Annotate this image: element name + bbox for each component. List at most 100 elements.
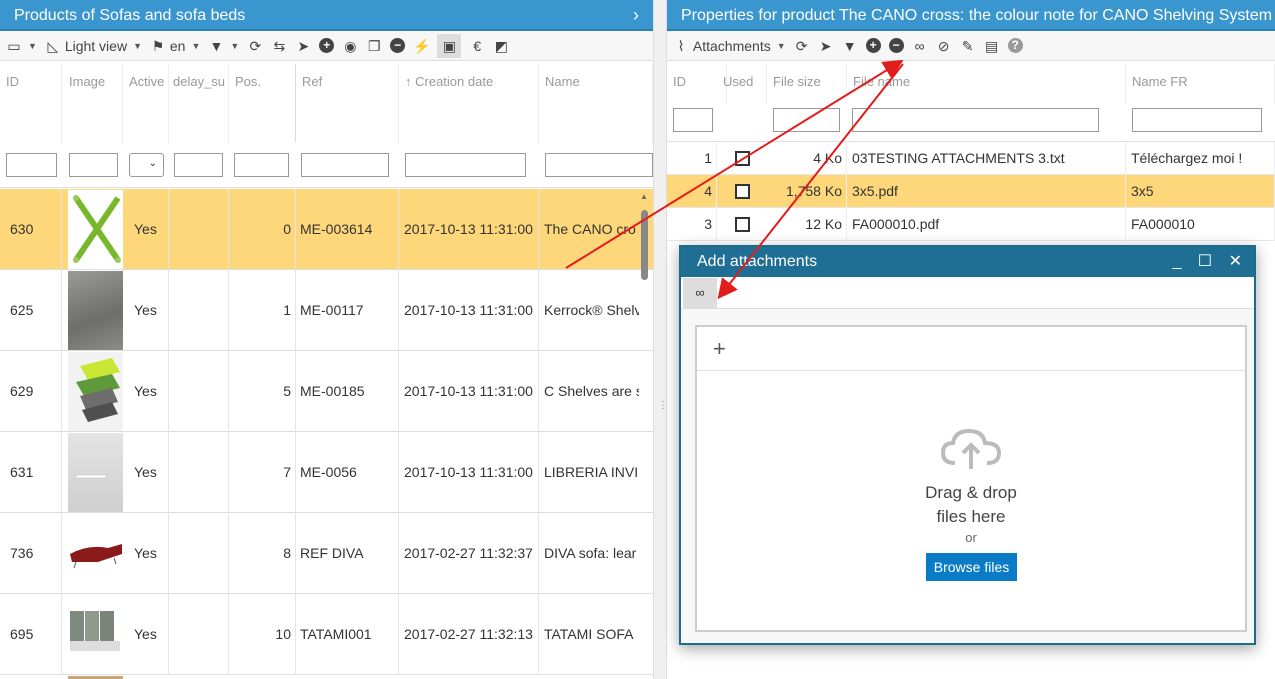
used-checkbox[interactable]	[735, 184, 750, 199]
attachments-menu-button[interactable]: ⌇ Attachments ▼	[673, 34, 786, 58]
table-row[interactable]: 4 1,758 Ko 3x5.pdf 3x5	[667, 175, 1275, 208]
cell-name: The CANO cro	[544, 221, 636, 237]
filter-image-input[interactable]	[69, 153, 118, 177]
refresh-button[interactable]: ⟳	[794, 34, 810, 58]
table-row[interactable]: 1 4 Ko 03TESTING ATTACHMENTS 3.txt Téléc…	[667, 142, 1275, 175]
panel-splitter[interactable]: ⋮	[653, 0, 668, 679]
filter-id-input[interactable]	[6, 153, 57, 177]
dialog-title-bar[interactable]: Add attachments _ ☐ ✕	[681, 247, 1254, 277]
reorder-button[interactable]: ⇆	[271, 34, 287, 58]
cell-active: Yes	[123, 432, 169, 513]
col-header-file-name[interactable]: File name	[847, 64, 1126, 104]
folder-add-button[interactable]: ▣	[437, 33, 462, 58]
globe-button[interactable]: ◉	[342, 34, 358, 58]
flash-button[interactable]: ⚡	[413, 34, 431, 58]
link-button[interactable]: ∞	[912, 34, 928, 58]
export-csv-button[interactable]: ▤	[984, 34, 1000, 58]
scrollbar-thumb[interactable]	[641, 210, 648, 280]
tag-icon: ◩	[494, 37, 508, 54]
layout-menu-button[interactable]: ▭ ▼	[6, 34, 37, 58]
col-header-image[interactable]: Image	[63, 64, 123, 144]
table-row[interactable]: 695 Yes 10 TATAMI001 2017-02-27 11:32:13…	[0, 594, 653, 675]
col-header-ref[interactable]: Ref	[296, 64, 399, 144]
col-header-file-size[interactable]: File size	[767, 64, 847, 104]
cell-active: Yes	[123, 594, 169, 675]
language-menu-button[interactable]: ⚑ en ▼	[150, 34, 201, 58]
table-row[interactable]: 736 Yes 8 REF DIVA 2017-02-27 11:32:37 D…	[0, 513, 653, 594]
filter-button[interactable]: ▼ ▼	[208, 34, 239, 58]
minimize-icon[interactable]: _	[1172, 253, 1181, 270]
table-row[interactable]: 625 Yes 1 ME-00117 2017-10-13 11:31:00 K…	[0, 270, 653, 351]
unlink-button[interactable]: ⊘	[936, 34, 952, 58]
col-header-name-fr[interactable]: Name FR	[1126, 64, 1275, 104]
col-header-active[interactable]: Active	[123, 64, 169, 144]
duplicate-button[interactable]: ❐	[366, 34, 382, 58]
table-row[interactable]: 629 Yes 5 ME-00185 2017-10-13 11:31:00 C…	[0, 351, 653, 432]
cell-id: 695	[0, 594, 62, 675]
edit-button[interactable]: ✎	[960, 34, 976, 58]
products-scrollbar[interactable]: ▲	[638, 188, 650, 679]
lightning-icon: ⚡	[413, 37, 431, 54]
close-icon[interactable]: ✕	[1229, 253, 1242, 270]
link-tab-button[interactable]: ∞	[683, 278, 717, 308]
col-header-pos[interactable]: Pos.	[229, 64, 296, 142]
col-header-id[interactable]: ID	[0, 64, 62, 144]
chevron-right-icon[interactable]: ›	[633, 0, 639, 29]
used-checkbox[interactable]	[735, 151, 750, 166]
maximize-icon[interactable]: ☐	[1198, 253, 1212, 270]
cell-pos: 0	[229, 189, 296, 270]
table-row[interactable]: 3 12 Ko FA000010.pdf FA000010	[667, 208, 1275, 241]
remove-button[interactable]: −	[390, 34, 406, 58]
product-image	[68, 514, 123, 593]
language-label: en	[169, 37, 186, 54]
cell-pos: 7	[229, 432, 296, 513]
cell-active: Yes	[123, 270, 169, 351]
table-row[interactable]: 630 Yes 0 ME-003614 2017-10-13 11:31:00 …	[0, 189, 653, 270]
add-button[interactable]: +	[319, 34, 335, 58]
filter-file-size-input[interactable]	[773, 108, 840, 132]
filter-pos-input[interactable]	[234, 153, 289, 177]
col-header-used[interactable]: Used	[717, 64, 767, 104]
scroll-up-icon[interactable]: ▲	[640, 192, 648, 201]
product-image	[68, 352, 123, 431]
filter-date-input[interactable]	[405, 153, 526, 177]
select-button[interactable]: ➤	[295, 34, 311, 58]
refresh-icon: ⟳	[795, 37, 808, 54]
cell-name-fr: FA000010	[1126, 208, 1275, 241]
add-attachments-dialog: Add attachments _ ☐ ✕ ∞ + Drag & drop fi…	[679, 245, 1256, 645]
dialog-title: Add attachments	[697, 253, 818, 270]
file-drop-zone[interactable]: + Drag & drop files here or Browse files	[695, 325, 1247, 632]
view-menu-button[interactable]: ◺ Light view ▼	[45, 34, 142, 58]
cell-id: 631	[0, 432, 62, 513]
filter-file-name-input[interactable]	[852, 108, 1099, 132]
help-button[interactable]: ?	[1007, 34, 1023, 58]
view-label: Light view	[64, 37, 128, 54]
filter-id-input[interactable]	[673, 108, 713, 132]
cell-date: 2017-02-27 11:32:37	[399, 513, 539, 594]
sort-asc-icon: ↑	[405, 74, 412, 89]
cell-file-name: 3x5.pdf	[847, 175, 1126, 208]
filter-button[interactable]: ▼	[842, 34, 858, 58]
filter-name-fr-input[interactable]	[1132, 108, 1262, 132]
filter-delay-input[interactable]	[174, 153, 223, 177]
refresh-button[interactable]: ⟳	[247, 34, 263, 58]
price-button[interactable]: €	[469, 34, 485, 58]
browse-files-button[interactable]: Browse files	[926, 553, 1017, 581]
cell-name: C Shelves are s	[544, 383, 639, 399]
remove-attachment-button[interactable]: −	[888, 34, 904, 58]
filter-name-input[interactable]	[545, 153, 653, 177]
col-header-delay[interactable]: delay_su	[168, 64, 229, 144]
filter-ref-input[interactable]	[301, 153, 389, 177]
col-header-creation-date[interactable]: ↑ Creation date	[399, 64, 539, 144]
filter-active-select[interactable]: ⌄	[129, 153, 164, 177]
add-attachment-button[interactable]: +	[865, 34, 881, 58]
used-checkbox[interactable]	[735, 217, 750, 232]
tag-button[interactable]: ◩	[493, 34, 509, 58]
cell-pos: 8	[229, 513, 296, 594]
select-button[interactable]: ➤	[818, 34, 834, 58]
add-file-button[interactable]: +	[697, 327, 1245, 371]
col-header-name[interactable]: Name	[539, 64, 653, 144]
cursor-icon: ➤	[297, 37, 310, 54]
table-row[interactable]: 631 Yes 7 ME-0056 2017-10-13 11:31:00 LI…	[0, 432, 653, 513]
table-row[interactable]	[0, 675, 653, 679]
